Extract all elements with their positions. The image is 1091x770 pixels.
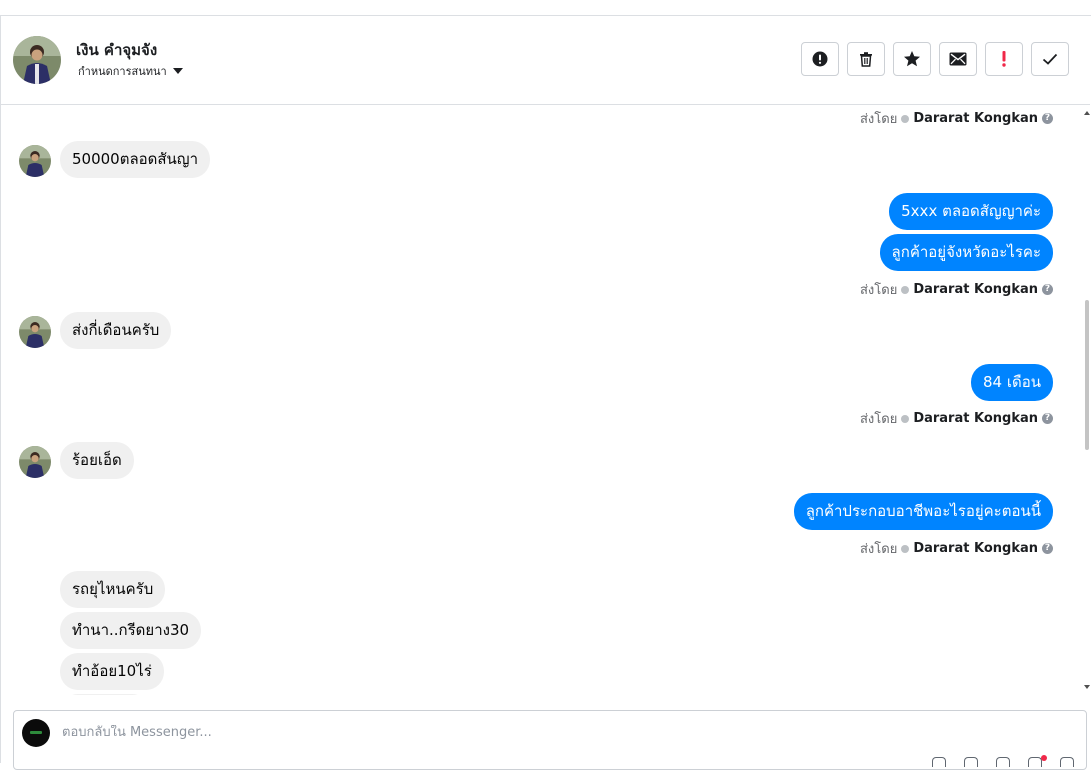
mark-unread-button[interactable] (939, 42, 977, 76)
help-icon[interactable]: ? (1042, 413, 1053, 424)
scroll-up-icon[interactable] (1084, 111, 1090, 115)
sender-avatar[interactable] (19, 145, 51, 177)
attachment-icon[interactable] (964, 757, 978, 767)
star-icon (904, 51, 920, 67)
help-icon[interactable]: ? (1042, 284, 1053, 295)
help-icon[interactable]: ? (1042, 543, 1053, 554)
reply-input[interactable] (62, 725, 662, 740)
message-thread[interactable]: ส่งโดย Dararat Kongkan ? 50000ตลอดสันญา … (1, 105, 1083, 695)
sent-by-agent[interactable]: Dararat Kongkan (913, 111, 1038, 126)
help-icon[interactable]: ? (1042, 113, 1053, 124)
trash-icon (860, 52, 872, 67)
star-button[interactable] (893, 42, 931, 76)
caret-down-icon (172, 68, 183, 74)
contact-name[interactable]: เงิน คําจุมจัง (76, 38, 157, 62)
incoming-message[interactable]: ทำนา..กรีดยาง30 (60, 612, 202, 649)
incoming-message[interactable]: รถยุไหนครับ (60, 571, 166, 608)
gear-small-icon (901, 285, 910, 294)
envelope-icon (949, 52, 967, 66)
scroll-down-icon[interactable] (1084, 685, 1090, 689)
sent-by-line: ส่งโดย Dararat Kongkan ? (860, 408, 1053, 429)
outgoing-message[interactable]: ลูกค้าประกอบอาชีพอะไรอยู่คะตอนนี้ (793, 493, 1053, 530)
sent-by-agent[interactable]: Dararat Kongkan (913, 411, 1038, 426)
composer-tools (932, 755, 1074, 767)
mark-important-button[interactable] (985, 42, 1023, 76)
delete-button[interactable] (847, 42, 885, 76)
sent-by-agent[interactable]: Dararat Kongkan (913, 541, 1038, 556)
incoming-message-partial[interactable] (60, 694, 150, 695)
send-icon[interactable] (1060, 757, 1074, 767)
incoming-message[interactable]: ส่งกี่เดือนครับ (60, 312, 172, 349)
sent-by-label: ส่งโดย (859, 542, 898, 557)
sender-avatar[interactable] (19, 316, 51, 348)
sent-by-line: ส่งโดย Dararat Kongkan ? (860, 538, 1053, 559)
exclamation-icon (1002, 51, 1006, 67)
saved-reply-icon[interactable] (996, 757, 1010, 767)
sent-by-label: ส่งโดย (859, 283, 898, 298)
thread-scrollbar[interactable] (1084, 105, 1090, 695)
page-avatar (22, 719, 50, 747)
sent-by-line: ส่งโดย Dararat Kongkan ? (860, 279, 1053, 300)
sent-by-line: ส่งโดย Dararat Kongkan ? (860, 108, 1053, 129)
checkmark-icon (1042, 53, 1058, 65)
window-top-bar (0, 0, 1091, 16)
sender-avatar[interactable] (19, 446, 51, 478)
outgoing-message[interactable]: 5xxx ตลอดสัญญาค่ะ (889, 193, 1053, 230)
incoming-message[interactable]: 50000ตลอดสันญา (60, 141, 211, 178)
conversation-toolbar (801, 42, 1069, 76)
contact-avatar[interactable] (13, 36, 61, 84)
incoming-message[interactable]: ร้อยเอ็ด (60, 442, 134, 479)
reply-composer (13, 710, 1087, 770)
outgoing-message[interactable]: 84 เดือน (971, 364, 1053, 401)
mark-done-button[interactable] (1031, 42, 1069, 76)
gear-small-icon (901, 114, 910, 123)
sent-by-label: ส่งโดย (859, 112, 898, 127)
sent-by-label: ส่งโดย (859, 412, 898, 427)
sent-by-agent[interactable]: Dararat Kongkan (913, 282, 1038, 297)
outgoing-message[interactable]: ลูกค้าอยู่จังหวัดอะไรคะ (879, 234, 1053, 271)
notification-icon[interactable] (1028, 755, 1047, 767)
scrollbar-thumb[interactable] (1085, 300, 1089, 450)
incoming-message[interactable]: ทำอ้อย10ไร่ (60, 653, 164, 690)
conversation-header: เงิน คําจุมจัง กําหนดการสนทนา (1, 16, 1090, 105)
conversation-settings-label: กําหนดการสนทนา (78, 65, 167, 78)
alert-circle-icon (812, 51, 828, 67)
report-spam-button[interactable] (801, 42, 839, 76)
gear-small-icon (901, 544, 910, 553)
conversation-settings-dropdown[interactable]: กําหนดการสนทนา (78, 62, 183, 80)
emoji-icon[interactable] (932, 757, 946, 767)
gear-small-icon (901, 414, 910, 423)
